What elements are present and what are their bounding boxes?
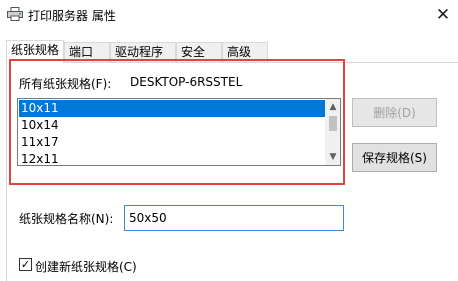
create-form-label[interactable]: 创建新纸张规格(C) <box>35 258 137 275</box>
list-item[interactable]: 12x11 <box>19 151 325 165</box>
checkmark-icon: ✓ <box>20 258 31 271</box>
delete-button[interactable]: 删除(D) <box>352 98 437 127</box>
tab-security[interactable]: 安全 <box>176 42 222 62</box>
save-form-button[interactable]: 保存规格(S) <box>352 143 437 172</box>
close-icon: ✕ <box>435 5 451 25</box>
scroll-thumb[interactable] <box>329 116 337 131</box>
list-item[interactable]: 10x11 <box>19 100 325 117</box>
printer-icon <box>7 7 23 21</box>
tab-drivers[interactable]: 驱动程序 <box>110 42 176 62</box>
all-forms-label: 所有纸张规格(F): <box>19 77 112 91</box>
tab-forms[interactable]: 纸张规格 <box>6 40 64 63</box>
window-title: 打印服务器 属性 <box>28 9 116 23</box>
create-form-checkbox[interactable]: ✓ <box>19 258 32 271</box>
form-name-label: 纸张规格名称(N): <box>19 212 114 226</box>
listbox-scrollbar[interactable]: ▲ ▼ <box>325 99 340 165</box>
scroll-up-icon[interactable]: ▲ <box>325 99 340 115</box>
server-name: DESKTOP-6RSSTEL <box>130 75 243 89</box>
forms-listbox[interactable]: 10x11 10x14 11x17 12x11 ▲ ▼ <box>17 98 341 166</box>
close-button[interactable]: ✕ <box>428 0 458 30</box>
list-item[interactable]: 11x17 <box>19 134 325 151</box>
title-bar: 打印服务器 属性 ✕ <box>0 0 458 30</box>
tab-strip: 纸张规格 端口 驱动程序 安全 高级 <box>6 40 458 63</box>
form-name-input[interactable] <box>124 205 344 231</box>
scroll-down-icon[interactable]: ▼ <box>325 149 340 165</box>
tab-advanced[interactable]: 高级 <box>222 42 268 62</box>
list-item[interactable]: 10x14 <box>19 117 325 134</box>
tab-ports[interactable]: 端口 <box>64 42 110 62</box>
